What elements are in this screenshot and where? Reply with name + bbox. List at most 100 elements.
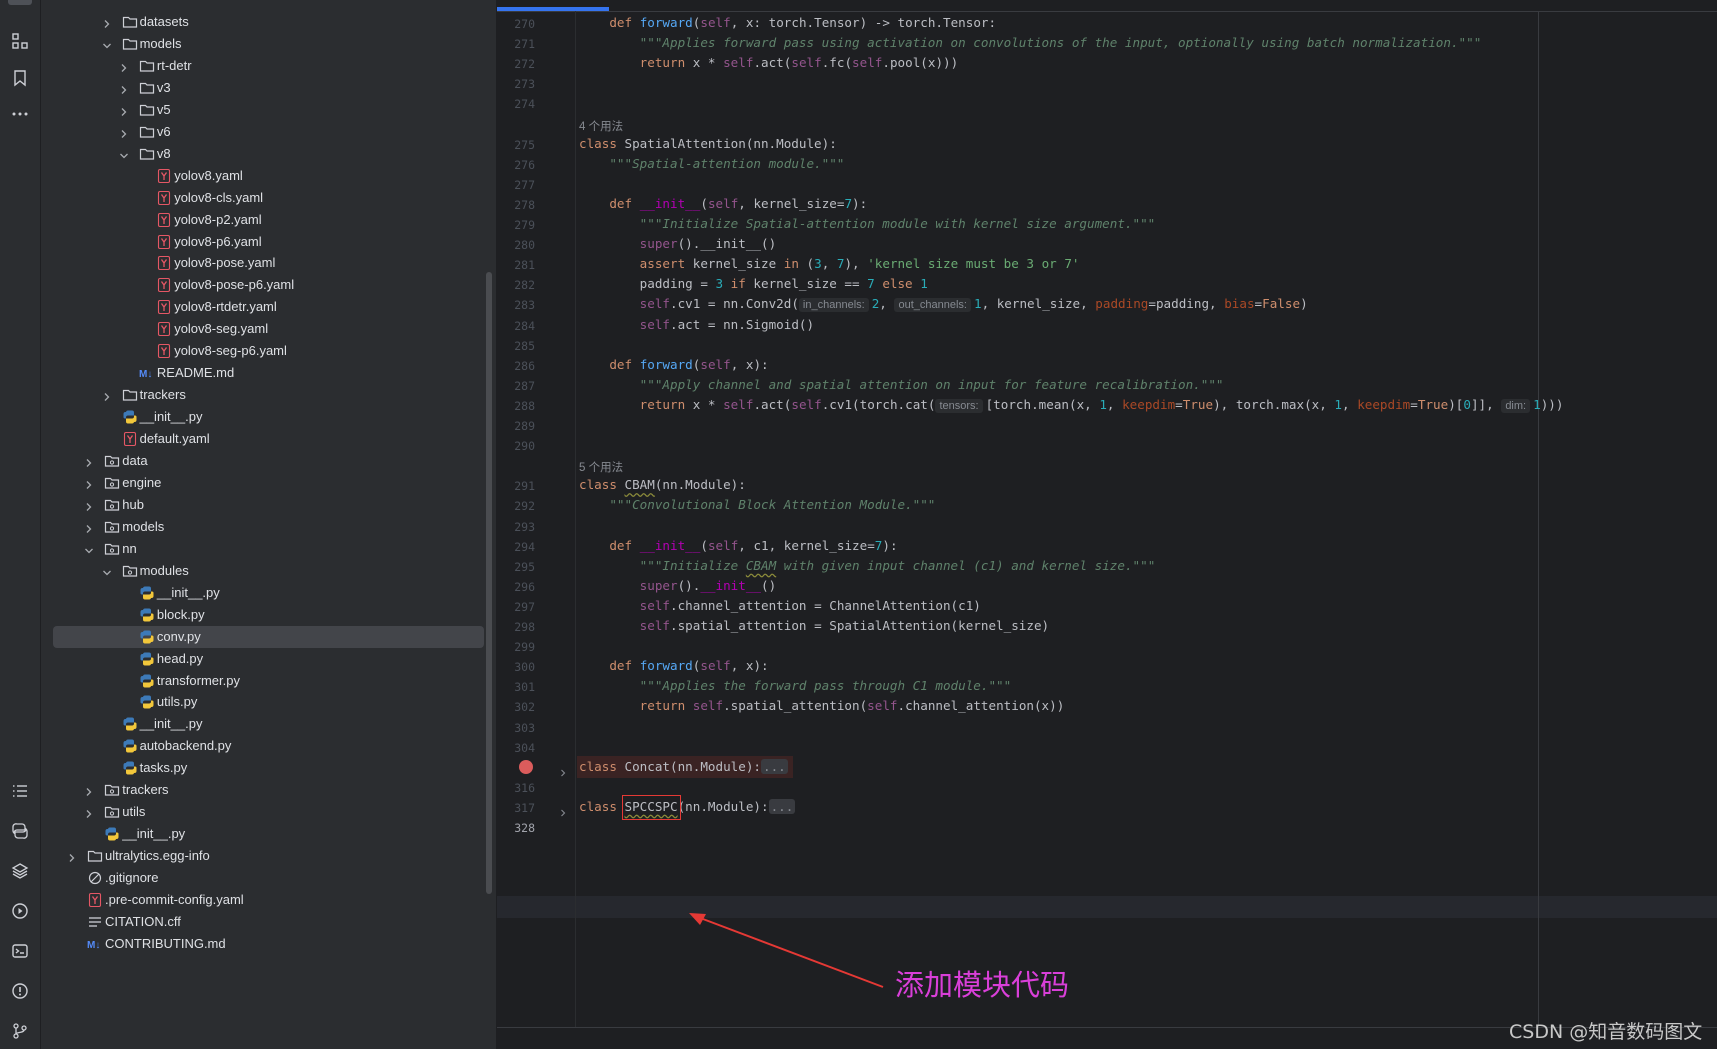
- line-number[interactable]: 278: [497, 198, 535, 212]
- project-tree-item[interactable]: models: [41, 516, 481, 538]
- code-line[interactable]: """Convolutional Block Attention Module.…: [579, 497, 935, 512]
- line-number[interactable]: 287: [497, 379, 535, 393]
- chevron-right-icon[interactable]: [119, 82, 129, 94]
- line-number[interactable]: 272: [497, 57, 535, 71]
- chevron-down-icon[interactable]: [102, 565, 112, 576]
- code-line[interactable]: def forward(self, x):: [579, 357, 768, 372]
- project-tree-item[interactable]: utils: [41, 801, 481, 823]
- line-number[interactable]: 300: [497, 660, 535, 674]
- chevron-right-icon[interactable]: [102, 16, 112, 28]
- problems-icon[interactable]: [8, 979, 32, 1003]
- project-tree-item[interactable]: rt-detr: [41, 55, 481, 77]
- project-tree-item[interactable]: modules: [41, 560, 481, 582]
- project-tree-item[interactable]: v3: [41, 77, 481, 99]
- line-number[interactable]: 275: [497, 138, 535, 152]
- project-tree-item[interactable]: data: [41, 450, 481, 472]
- project-tree-item[interactable]: models: [41, 33, 481, 55]
- project-tree-item[interactable]: yolov8.yaml: [41, 165, 481, 187]
- line-number[interactable]: 288: [497, 399, 535, 413]
- chevron-right-icon[interactable]: [84, 521, 94, 533]
- line-number[interactable]: 293: [497, 520, 535, 534]
- project-tree-item[interactable]: CITATION.cff: [41, 911, 481, 933]
- line-number[interactable]: 304: [497, 741, 535, 755]
- chevron-right-icon[interactable]: [119, 104, 129, 116]
- code-line[interactable]: super().__init__(): [579, 236, 777, 251]
- project-tree-item[interactable]: trackers: [41, 384, 481, 406]
- code-line[interactable]: return x * self.act(self.fc(self.pool(x)…: [579, 55, 959, 70]
- project-tree-item[interactable]: yolov8-rtdetr.yaml: [41, 296, 481, 318]
- usage-count-hint[interactable]: 5 个用法: [579, 459, 623, 475]
- code-line[interactable]: padding = 3 if kernel_size == 7 else 1: [579, 276, 928, 291]
- git-branch-icon[interactable]: [8, 1019, 32, 1043]
- folded-code-placeholder[interactable]: ...: [768, 798, 796, 814]
- fold-expand-icon[interactable]: [559, 804, 567, 817]
- python-console-icon[interactable]: [8, 819, 32, 843]
- project-tree-item[interactable]: datasets: [41, 11, 481, 33]
- project-tree-item[interactable]: engine: [41, 472, 481, 494]
- line-number[interactable]: 277: [497, 178, 535, 192]
- line-number[interactable]: 279: [497, 218, 535, 232]
- project-tree-item[interactable]: v6: [41, 121, 481, 143]
- line-number[interactable]: 285: [497, 339, 535, 353]
- todo-list-icon[interactable]: [8, 779, 32, 803]
- more-icon[interactable]: [8, 102, 32, 126]
- breakpoint-icon[interactable]: [519, 759, 533, 774]
- chevron-right-icon[interactable]: [119, 60, 129, 72]
- project-tree-item[interactable]: yolov8-pose.yaml: [41, 252, 481, 274]
- line-number[interactable]: 297: [497, 600, 535, 614]
- project-tree-item[interactable]: hub: [41, 494, 481, 516]
- line-number[interactable]: 271: [497, 37, 535, 51]
- project-tree-item[interactable]: tasks.py: [41, 757, 481, 779]
- code-line[interactable]: self.cv1 = nn.Conv2d(in_channels: 2, out_…: [579, 296, 1308, 313]
- structure-icon[interactable]: [8, 29, 32, 53]
- chevron-right-icon[interactable]: [102, 389, 112, 402]
- line-number[interactable]: 298: [497, 620, 535, 634]
- code-line[interactable]: def __init__(self, kernel_size=7):: [579, 196, 867, 211]
- line-number[interactable]: 280: [497, 238, 535, 252]
- project-tree-item[interactable]: yolov8-p6.yaml: [41, 231, 481, 253]
- project-tree-item[interactable]: yolov8-seg.yaml: [41, 318, 481, 340]
- project-tree-item[interactable]: yolov8-pose-p6.yaml: [41, 274, 481, 296]
- line-number[interactable]: 294: [497, 540, 535, 554]
- line-number[interactable]: 303: [497, 721, 535, 735]
- run-icon[interactable]: [8, 899, 32, 923]
- line-number[interactable]: 299: [497, 640, 535, 654]
- project-tree-item[interactable]: __init__.py: [41, 406, 481, 428]
- line-number[interactable]: 289: [497, 419, 535, 433]
- chevron-right-icon[interactable]: [67, 850, 77, 863]
- code-line[interactable]: """Applies forward pass using activation…: [579, 35, 1482, 50]
- line-number[interactable]: 292: [497, 499, 535, 513]
- project-tree-item[interactable]: conv.py: [53, 625, 484, 648]
- project-tree-item[interactable]: block.py: [41, 604, 481, 626]
- project-tree-item[interactable]: trackers: [41, 779, 481, 801]
- code-line[interactable]: """Apply channel and spatial attention o…: [579, 377, 1224, 392]
- code-line[interactable]: assert kernel_size in (3, 7), 'kernel si…: [579, 256, 1080, 271]
- chevron-right-icon[interactable]: [84, 806, 94, 819]
- fold-expand-icon[interactable]: [559, 764, 567, 777]
- project-tree-item[interactable]: .pre-commit-config.yaml: [41, 889, 481, 911]
- folded-code-placeholder[interactable]: ...: [760, 758, 788, 774]
- project-tree-item[interactable]: __init__.py: [41, 823, 481, 845]
- project-tree-item[interactable]: autobackend.py: [41, 735, 481, 757]
- line-number[interactable]: 286: [497, 359, 535, 373]
- chevron-down-icon[interactable]: [102, 38, 112, 49]
- code-line[interactable]: self.spatial_attention = SpatialAttentio…: [579, 618, 1049, 633]
- code-line[interactable]: self.act = nn.Sigmoid(): [579, 317, 814, 332]
- line-number[interactable]: 317: [497, 801, 535, 815]
- code-line[interactable]: def __init__(self, c1, kernel_size=7):: [579, 538, 897, 553]
- project-tree-item[interactable]: yolov8-seg-p6.yaml: [41, 340, 481, 362]
- code-line[interactable]: class CBAM(nn.Module):: [579, 477, 746, 492]
- code-line[interactable]: class SPCCSPC(nn.Module):...: [579, 798, 796, 814]
- usage-count-hint[interactable]: 4 个用法: [579, 118, 623, 134]
- project-tree-item[interactable]: default.yaml: [41, 428, 481, 450]
- code-line[interactable]: """Spatial-attention module.""": [579, 156, 844, 171]
- project-tree-item[interactable]: M↓ README.md: [41, 362, 481, 384]
- code-line[interactable]: return self.spatial_attention(self.chann…: [579, 698, 1065, 713]
- project-tree-item[interactable]: ultralytics.egg-info: [41, 845, 481, 867]
- line-number[interactable]: 276: [497, 158, 535, 172]
- project-tree-item[interactable]: M↓ CONTRIBUTING.md: [41, 933, 481, 955]
- code-line[interactable]: """Initialize CBAM with given input chan…: [579, 558, 1156, 573]
- line-number[interactable]: 328: [497, 821, 535, 835]
- code-line[interactable]: super().__init__(): [579, 578, 777, 593]
- code-line[interactable]: """Applies the forward pass through C1 m…: [579, 678, 1012, 693]
